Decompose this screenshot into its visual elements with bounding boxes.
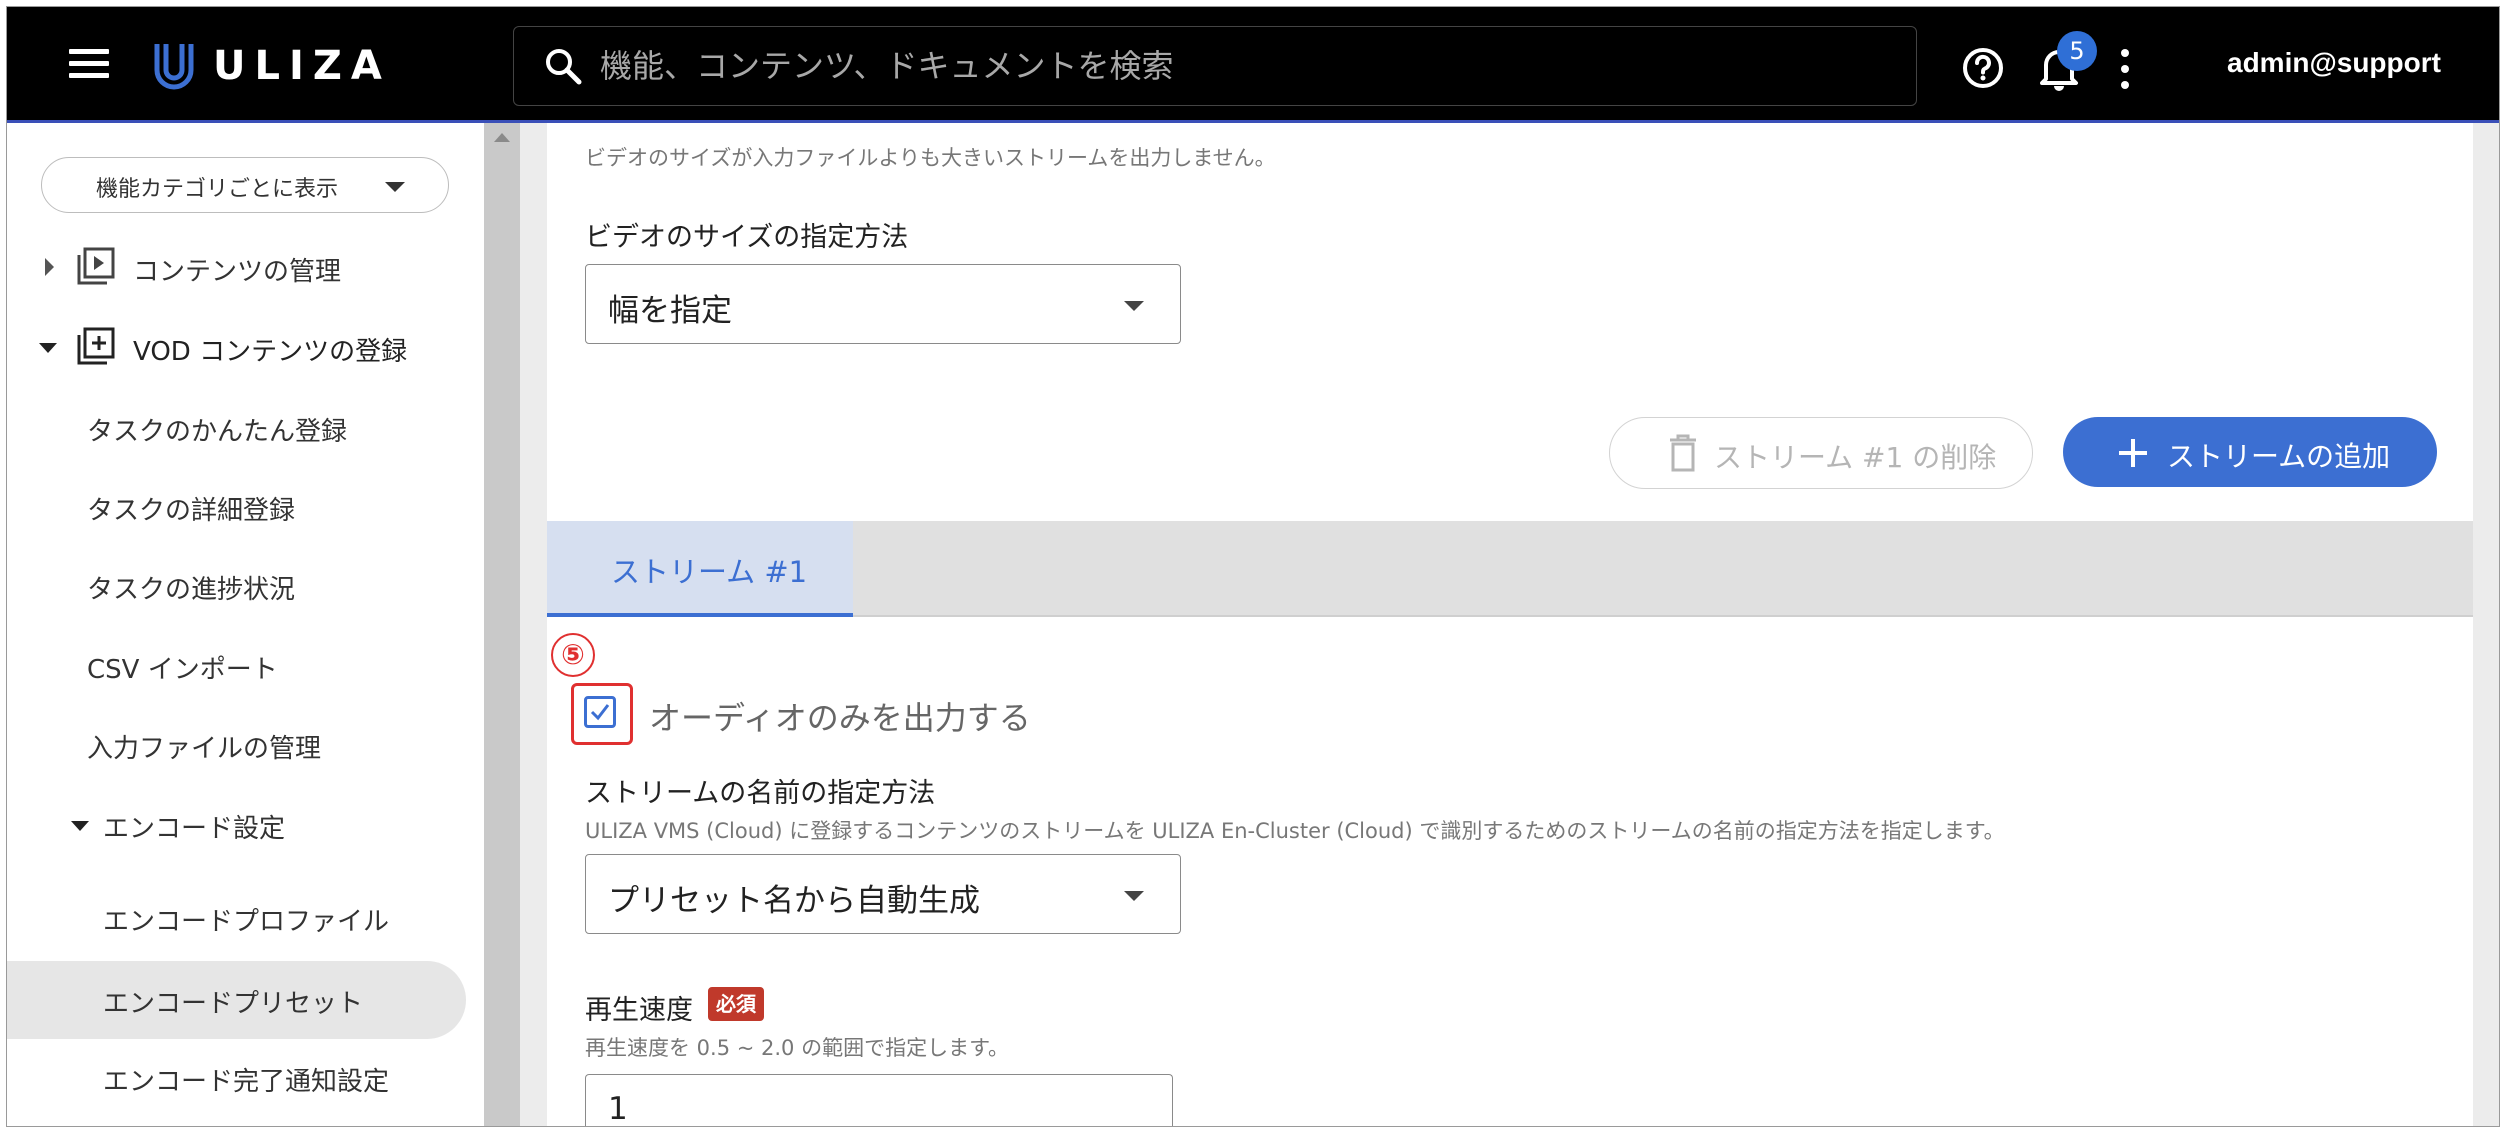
category-view-select[interactable]: 機能カテゴリごとに表示 [41,157,449,213]
help-icon[interactable] [1962,47,2004,89]
expand-down-icon [39,343,57,353]
stream-name-help: ULIZA VMS (Cloud) に登録するコンテンツのストリームを ULIZ… [585,819,2005,843]
sidebar-item-label: CSV インポート [87,655,278,685]
category-view-label: 機能カテゴリごとに表示 [96,177,339,202]
sidebar-item-content-management[interactable]: コンテンツの管理 [7,237,467,297]
add-stream-label: ストリームの追加 [2167,440,2391,473]
sidebar-item-label: VOD コンテンツの登録 [133,337,408,367]
sidebar-item-input-files[interactable]: 入力ファイルの管理 [7,714,467,774]
expand-down-icon [71,821,89,831]
sidebar-item-task-progress[interactable]: タスクの進捗状況 [7,555,467,615]
sidebar-item-label: タスクの詳細登録 [87,496,296,526]
sidebar-item-label: 入力ファイルの管理 [87,734,322,764]
sidebar-item-vod-register[interactable]: VOD コンテンツの登録 [7,317,467,377]
add-box-icon [77,327,115,365]
sidebar-item-detailed-task[interactable]: タスクの詳細登録 [7,476,467,536]
preset-form-card: ビデオのサイズが入力ファイルよりも大きいストリームを出力しません。 ビデオのサイ… [547,123,2473,1126]
sidebar-item-encode-notification[interactable]: エンコード完了通知設定 [7,1047,467,1107]
sidebar-item-label: エンコード完了通知設定 [103,1067,390,1097]
delete-stream-label: ストリーム #1 の削除 [1714,441,1997,474]
plus-icon [2119,439,2147,467]
sidebar-item-label: タスクの進捗状況 [87,575,296,605]
top-bar: ULIZA 5 admin@support [7,7,2499,123]
expand-right-icon [45,258,54,276]
check-icon [590,704,610,721]
user-account[interactable]: admin@support [2227,47,2441,79]
scroll-up-arrow-icon[interactable] [494,133,510,142]
caret-down-icon [385,182,405,192]
audio-only-label: オーディオのみを出力する [649,699,1031,737]
sidebar-item-label: コンテンツの管理 [133,257,342,287]
tab-stream-1[interactable]: ストリーム #1 [547,521,853,617]
video-size-method-label: ビデオのサイズの指定方法 [585,222,909,253]
tab-label: ストリーム #1 [611,555,808,589]
app-window: ULIZA 5 admin@support 機能カテゴリごとに表示 [6,6,2500,1127]
video-size-method-value: 幅を指定 [608,293,732,329]
add-stream-button[interactable]: ストリームの追加 [2063,417,2437,487]
sidebar-item-easy-task[interactable]: タスクのかんたん登録 [7,397,467,457]
stream-name-method-select[interactable]: プリセット名から自動生成 [585,854,1181,934]
sidebar: 機能カテゴリごとに表示 コンテンツの管理 VOD コンテンツの登録 タスクのかん… [7,123,484,1126]
caret-down-icon [1124,301,1144,311]
sidebar-item-csv-import[interactable]: CSV インポート [7,635,467,695]
video-size-help: ビデオのサイズが入力ファイルよりも大きいストリームを出力しません。 [585,146,1276,170]
sidebar-item-label: タスクのかんたん登録 [87,417,348,447]
required-badge: 必須 [708,987,764,1021]
kebab-icon[interactable] [2117,47,2133,91]
delete-stream-button[interactable]: ストリーム #1 の削除 [1609,417,2033,489]
playback-speed-value: 1 [608,1091,628,1127]
playback-speed-label: 再生速度 [585,995,693,1026]
video-size-method-select[interactable]: 幅を指定 [585,264,1181,344]
sidebar-item-encode-profile[interactable]: エンコードプロファイル [7,887,467,947]
logo-text: ULIZA [213,43,391,89]
playback-speed-input[interactable]: 1 [585,1074,1173,1127]
search-box[interactable] [513,26,1917,106]
logo[interactable]: ULIZA [151,37,391,95]
playback-speed-help: 再生速度を 0.5 ~ 2.0 の範囲で指定します。 [585,1036,1009,1060]
trash-icon [1670,434,1696,472]
caret-down-icon [1124,891,1144,901]
video-library-icon [77,247,115,285]
sidebar-item-encode-preset[interactable]: エンコードプリセット [7,961,466,1039]
sidebar-item-label: エンコードプリセット [103,989,364,1019]
stream-name-method-value: プリセット名から自動生成 [608,883,980,919]
sidebar-item-encode-settings[interactable]: エンコード設定 [7,794,467,854]
sidebar-item-label: エンコードプロファイル [103,907,390,937]
stream-name-method-label: ストリームの名前の指定方法 [585,778,936,809]
stream-tabs: ストリーム #1 [547,521,2473,617]
uliza-logo-icon [154,44,194,90]
search-input[interactable] [598,27,1892,105]
notification-badge: 5 [2057,31,2097,71]
search-icon [546,49,582,85]
sidebar-item-label: エンコード設定 [103,814,286,844]
sidebar-scrollbar[interactable] [484,123,520,1126]
audio-only-checkbox[interactable] [584,696,616,728]
menu-icon[interactable] [69,49,109,79]
annotation-number: ⑤ [551,633,595,677]
